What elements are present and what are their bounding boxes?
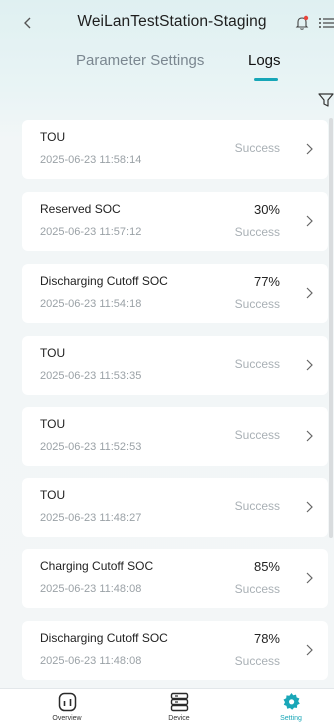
log-name: Charging Cutoff SOC	[40, 559, 154, 573]
log-status: Success	[234, 225, 280, 239]
log-item[interactable]: Discharging Cutoff SOC 2025-06-23 11:54:…	[22, 264, 328, 323]
log-item[interactable]: TOU 2025-06-23 11:52:53 Success	[22, 407, 328, 466]
nav-setting[interactable]: Setting	[261, 691, 321, 727]
log-item[interactable]: Discharging Cutoff SOC 2025-06-23 11:48:…	[22, 621, 328, 680]
log-name: TOU	[40, 417, 66, 431]
device-icon	[170, 692, 189, 712]
back-button[interactable]	[18, 13, 38, 33]
log-value: 30%	[253, 202, 280, 217]
log-item[interactable]: Charging Cutoff SOC 2025-06-23 11:48:08 …	[22, 549, 328, 608]
tab-logs[interactable]: Logs	[248, 52, 281, 74]
log-status: Success	[234, 499, 280, 513]
chevron-right-icon	[306, 287, 313, 299]
log-time: 2025-06-23 11:58:14	[40, 154, 142, 166]
log-time: 2025-06-23 11:54:18	[40, 298, 142, 310]
top-bar: WeiLanTestStation-Staging	[0, 0, 334, 46]
log-value: 78%	[253, 631, 280, 646]
chevron-right-icon	[306, 644, 313, 656]
log-time: 2025-06-23 11:48:08	[40, 583, 142, 595]
log-name: Reserved SOC	[40, 202, 121, 216]
app-screen: WeiLanTestStation-Staging Parameter Sett…	[0, 0, 334, 727]
active-tab-indicator	[254, 78, 278, 81]
log-value: 85%	[253, 559, 280, 574]
log-name: TOU	[40, 130, 66, 144]
nav-device[interactable]: Device	[149, 691, 209, 727]
log-item[interactable]: Reserved SOC 2025-06-23 11:57:12 30% Suc…	[22, 192, 328, 251]
chevron-right-icon	[306, 143, 313, 155]
log-name: Discharging Cutoff SOC	[40, 631, 168, 645]
log-status: Success	[234, 582, 280, 596]
log-name: TOU	[40, 488, 66, 502]
menu-button[interactable]	[318, 15, 334, 31]
log-time: 2025-06-23 11:48:08	[40, 655, 142, 667]
log-time: 2025-06-23 11:52:53	[40, 441, 142, 453]
log-item[interactable]: TOU 2025-06-23 11:48:27 Success	[22, 478, 328, 537]
log-value: 77%	[253, 274, 280, 289]
log-item[interactable]: TOU 2025-06-23 11:53:35 Success	[22, 336, 328, 395]
log-status: Success	[234, 357, 280, 371]
nav-label: Overview	[52, 715, 82, 722]
overview-icon	[58, 692, 77, 712]
chevron-right-icon	[306, 215, 313, 227]
chevron-right-icon	[306, 359, 313, 371]
log-time: 2025-06-23 11:53:35	[40, 370, 142, 382]
nav-label: Setting	[280, 715, 302, 722]
notification-button[interactable]	[295, 15, 309, 31]
chevron-right-icon	[306, 501, 313, 513]
chevron-left-icon	[24, 17, 31, 29]
nav-overview[interactable]: Overview	[37, 691, 97, 727]
log-time: 2025-06-23 11:57:12	[40, 226, 142, 238]
filter-icon	[318, 93, 334, 107]
log-item[interactable]: TOU 2025-06-23 11:58:14 Success	[22, 120, 328, 179]
log-name: Discharging Cutoff SOC	[40, 274, 168, 288]
nav-label: Device	[168, 715, 190, 722]
log-status: Success	[234, 654, 280, 668]
page-title: WeiLanTestStation-Staging	[77, 13, 267, 30]
bottom-nav: Overview Device Setting	[0, 688, 334, 727]
bell-icon	[295, 15, 309, 30]
list-menu-icon	[319, 18, 334, 28]
log-status: Success	[234, 297, 280, 311]
filter-button[interactable]	[318, 92, 334, 108]
gear-icon	[283, 693, 300, 710]
log-name: TOU	[40, 346, 66, 360]
tab-bar: Parameter Settings Logs	[0, 46, 334, 86]
log-status: Success	[234, 141, 280, 155]
log-time: 2025-06-23 11:48:27	[40, 512, 142, 524]
chevron-right-icon	[306, 572, 313, 584]
log-status: Success	[234, 428, 280, 442]
tab-parameter-settings[interactable]: Parameter Settings	[76, 52, 204, 74]
scrollbar[interactable]	[329, 118, 333, 538]
chevron-right-icon	[306, 430, 313, 442]
